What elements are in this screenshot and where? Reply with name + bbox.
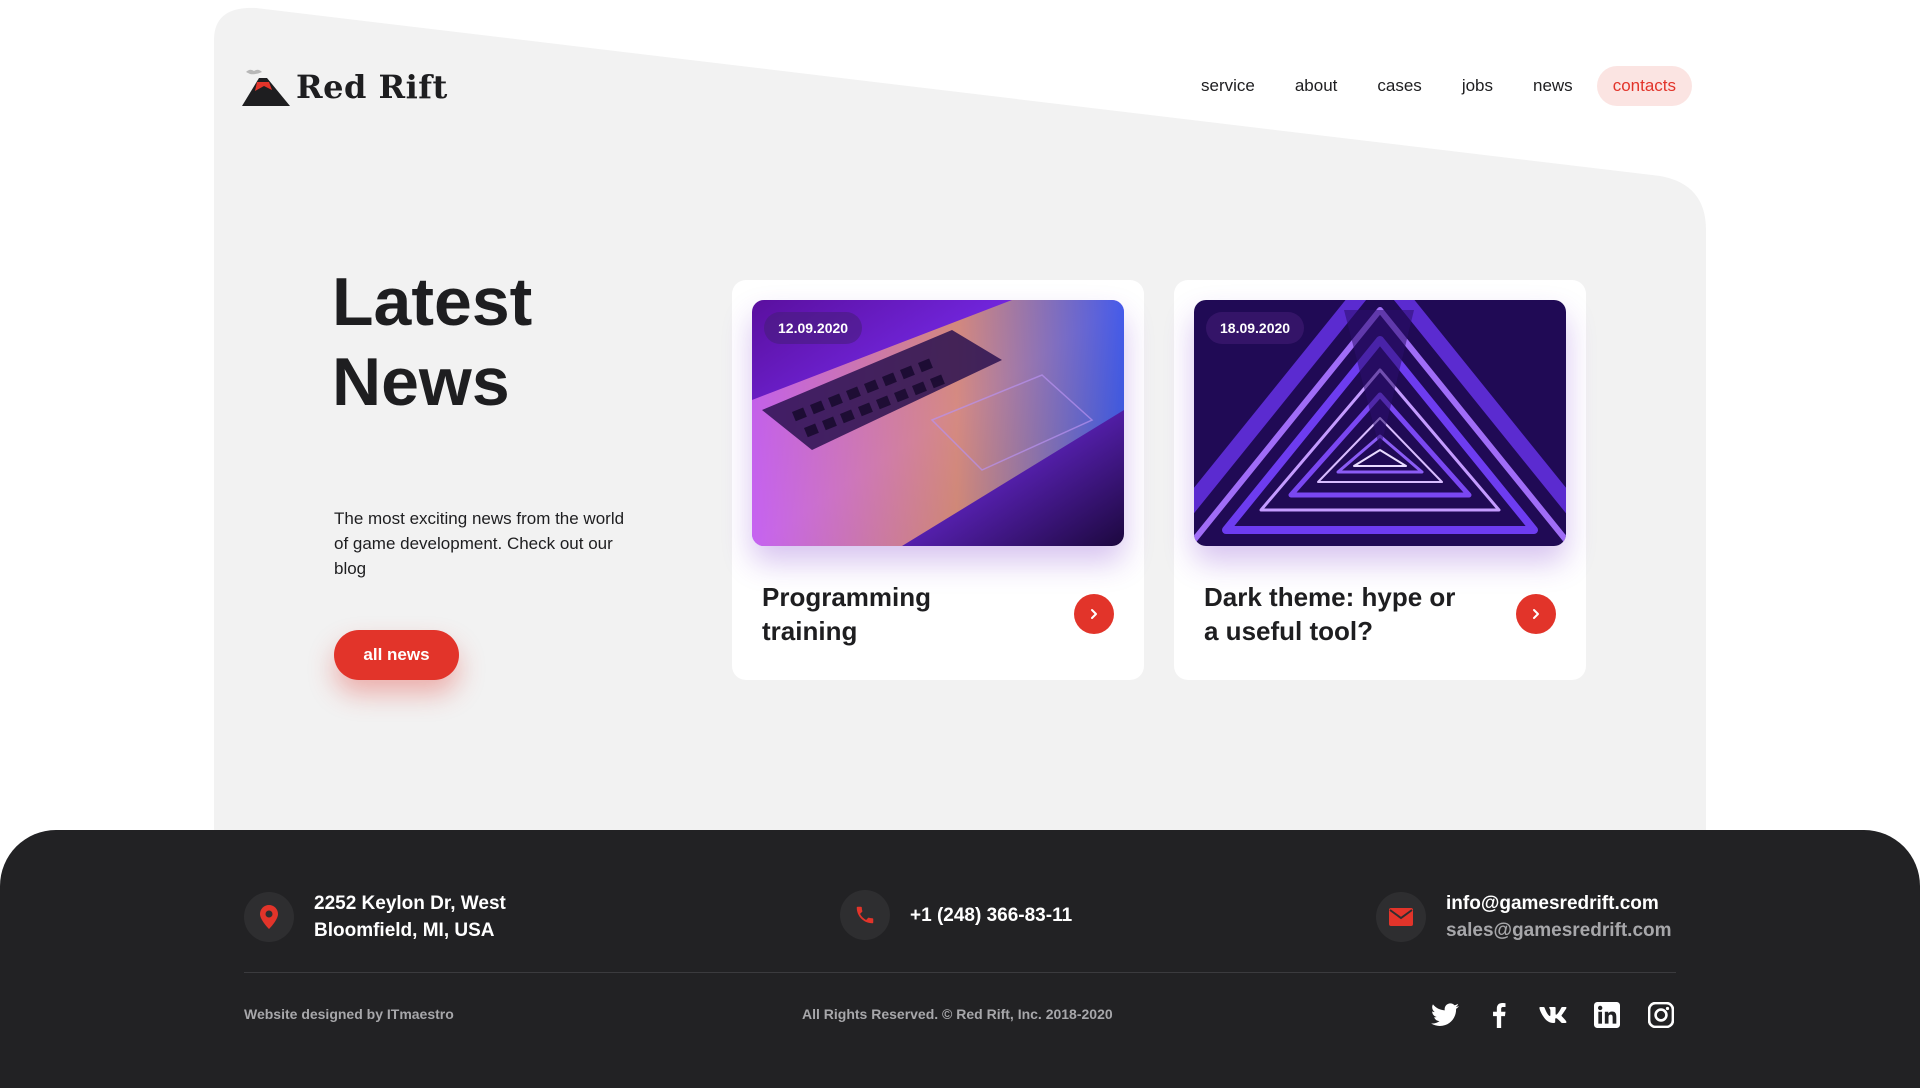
phone-icon — [840, 890, 890, 940]
nav-item-cases[interactable]: cases — [1361, 66, 1437, 106]
nav-item-service[interactable]: service — [1185, 66, 1271, 106]
footer-address: 2252 Keylon Dr, West Bloomfield, MI, USA — [244, 890, 506, 944]
nav-item-jobs[interactable]: jobs — [1446, 66, 1509, 106]
linkedin-icon[interactable] — [1592, 1000, 1622, 1030]
email-secondary[interactable]: sales@gamesredrift.com — [1446, 917, 1672, 944]
card-image[interactable]: 18.09.2020 — [1194, 300, 1566, 546]
news-card[interactable]: 12.09.2020 Programming training — [732, 280, 1144, 680]
phone-number[interactable]: +1 (248) 366-83-11 — [910, 902, 1072, 929]
news-card[interactable]: 18.09.2020 Dark theme: hype or a useful … — [1174, 280, 1586, 680]
address-line2: Bloomfield, MI, USA — [314, 920, 495, 941]
twitter-icon[interactable] — [1430, 1000, 1460, 1030]
card-title[interactable]: Programming training — [762, 580, 1022, 648]
nav-item-contacts[interactable]: contacts — [1596, 66, 1692, 106]
vk-icon[interactable] — [1538, 1000, 1568, 1030]
designed-by[interactable]: Website designed by ITmaestro — [244, 1006, 454, 1022]
footer-email: info@gamesredrift.com sales@gamesredrift… — [1376, 890, 1672, 944]
footer-phone[interactable]: +1 (248) 366-83-11 — [840, 890, 1072, 940]
date-badge: 18.09.2020 — [1206, 312, 1305, 344]
brand-logo[interactable]: Red Rift — [242, 66, 448, 108]
card-arrow-button[interactable] — [1516, 594, 1556, 634]
chevron-right-icon — [1533, 609, 1539, 619]
main-nav: service about cases jobs news contacts — [1185, 66, 1692, 106]
page-title-line2: News — [332, 344, 510, 420]
date-badge: 12.09.2020 — [764, 312, 863, 344]
social-links — [1430, 1000, 1676, 1030]
nav-item-about[interactable]: about — [1279, 66, 1354, 106]
card-title[interactable]: Dark theme: hype or a useful tool? — [1204, 580, 1464, 648]
footer-divider — [244, 972, 1676, 973]
page-title-line1: Latest — [332, 264, 533, 340]
email-primary[interactable]: info@gamesredrift.com — [1446, 893, 1659, 914]
brand-name: Red Rift — [296, 68, 448, 106]
envelope-icon — [1376, 892, 1426, 942]
intro-description: The most exciting news from the world of… — [334, 509, 625, 578]
address-line1: 2252 Keylon Dr, West — [314, 893, 506, 914]
site-footer: 2252 Keylon Dr, West Bloomfield, MI, USA… — [0, 830, 1920, 1088]
card-arrow-button[interactable] — [1074, 594, 1114, 634]
all-news-button[interactable]: all news — [334, 630, 459, 680]
volcano-logo-icon — [242, 69, 290, 106]
nav-item-news[interactable]: news — [1517, 66, 1589, 106]
copyright: All Rights Reserved. © Red Rift, Inc. 20… — [802, 1006, 1113, 1022]
facebook-icon[interactable] — [1484, 1000, 1514, 1030]
location-pin-icon — [244, 892, 294, 942]
chevron-right-icon — [1091, 609, 1097, 619]
card-image[interactable]: 12.09.2020 — [752, 300, 1124, 546]
instagram-icon[interactable] — [1646, 1000, 1676, 1030]
page-title: Latest News — [332, 262, 692, 422]
